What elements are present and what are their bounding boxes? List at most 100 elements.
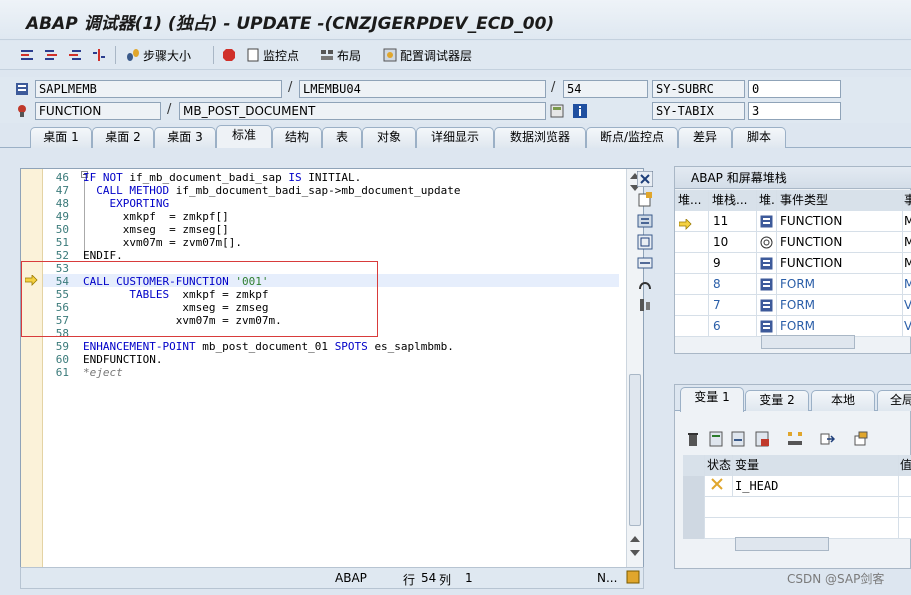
- code-line[interactable]: 59 ENHANCEMENT-POINT mb_post_document_01 …: [21, 340, 619, 353]
- tabix-value-field[interactable]: 3: [748, 102, 841, 120]
- col-header-stack-type[interactable]: 堆.: [757, 190, 777, 211]
- load-icon[interactable]: [731, 431, 747, 447]
- close-icon[interactable]: [636, 170, 655, 188]
- line-number: 49: [55, 210, 69, 223]
- variable-name-cell[interactable]: [733, 497, 899, 518]
- tab-detail-display[interactable]: 详细显示: [416, 127, 494, 148]
- layout-button[interactable]: 布局: [320, 46, 361, 64]
- variable-value-cell[interactable]: [899, 476, 911, 497]
- col-header-stack-level[interactable]: 堆栈...: [709, 190, 757, 211]
- code-token: .: [155, 353, 163, 366]
- scroll-thumb[interactable]: [629, 374, 641, 526]
- tab-breakpoints[interactable]: 断点/监控点: [586, 127, 678, 148]
- event-cell: M: [903, 274, 911, 295]
- tabix-name-field[interactable]: SY-TABIX: [652, 102, 745, 120]
- tab-variables-1[interactable]: 变量 1: [680, 387, 744, 412]
- resize-icon[interactable]: [637, 255, 655, 272]
- tab-standard[interactable]: 标准: [216, 125, 272, 149]
- row-selector[interactable]: [683, 476, 705, 497]
- code-line[interactable]: 60 ENDFUNCTION.: [21, 353, 619, 366]
- table-row[interactable]: 8 FORMM: [675, 274, 911, 295]
- col-header-variable[interactable]: 变量: [733, 455, 899, 476]
- tab-variables-2[interactable]: 变量 2: [745, 390, 809, 411]
- code-line[interactable]: 48 EXPORTING: [21, 197, 619, 210]
- tool-icon[interactable]: [637, 276, 655, 293]
- separator-slash: /: [551, 80, 556, 95]
- return-button[interactable]: [68, 46, 85, 64]
- table-row-empty[interactable]: [683, 518, 911, 539]
- code-text: ENDFUNCTION.: [83, 353, 162, 366]
- col-header-event-type[interactable]: 事件类型: [777, 190, 903, 211]
- watchpoint-button[interactable]: 监控点: [246, 46, 299, 64]
- code-line[interactable]: 46 IF NOT if_mb_document_badi_sap IS INIT…: [21, 171, 619, 184]
- variable-name-cell[interactable]: [733, 518, 899, 539]
- tab-desktop-3[interactable]: 桌面 3: [154, 127, 216, 148]
- title-bar: ABAP 调试器(1) (独占) - UPDATE -(CNZJGERPDEV_…: [0, 0, 911, 40]
- code-line[interactable]: 47 CALL METHOD if_mb_document_badi_sap->…: [21, 184, 619, 197]
- code-line[interactable]: 61 *eject: [21, 366, 619, 379]
- source-code-editor[interactable]: 46 IF NOT if_mb_document_badi_sap IS INIT…: [20, 168, 644, 568]
- info-icon[interactable]: [573, 104, 587, 121]
- table-row[interactable]: 6 FORMV: [675, 316, 911, 337]
- new-session-icon[interactable]: [637, 192, 655, 209]
- save-icon[interactable]: [755, 431, 771, 447]
- tab-desktop-1[interactable]: 桌面 1: [30, 127, 92, 148]
- line-field[interactable]: 54: [563, 80, 648, 98]
- stack-h-scrollbar[interactable]: [761, 335, 855, 349]
- info-panel: SAPLMEMB / LMEMBU04 / 54 SY-SUBRC 0 FUNC…: [0, 77, 911, 123]
- code-line[interactable]: 51 xvm07m = zvm07m[].: [21, 236, 619, 249]
- insert-icon[interactable]: [709, 431, 725, 447]
- table-row-empty[interactable]: [683, 497, 911, 518]
- single-step-button[interactable]: [20, 46, 37, 64]
- tab-global[interactable]: 全局: [877, 390, 911, 411]
- table-row[interactable]: 9 FUNCTIONM: [675, 253, 911, 274]
- variables-h-scrollbar[interactable]: [735, 537, 829, 551]
- row-selector[interactable]: [683, 518, 705, 539]
- subrc-value-field[interactable]: 0: [748, 80, 841, 98]
- table-row[interactable]: 10 FUNCTIONM: [675, 232, 911, 253]
- swap-icon[interactable]: [637, 213, 655, 230]
- tab-structure[interactable]: 结构: [272, 127, 322, 148]
- variables-panel: 变量 1 变量 2 本地 全局 状态 变量 值 I_HEAD: [674, 384, 911, 569]
- subrc-name-field[interactable]: SY-SUBRC: [652, 80, 745, 98]
- scroll-down-arrow[interactable]: [630, 550, 640, 556]
- settings-icon[interactable]: [637, 297, 655, 314]
- transfer-icon[interactable]: [819, 431, 836, 447]
- tab-table[interactable]: 表: [322, 127, 362, 148]
- table-row[interactable]: 7 FORMV: [675, 295, 911, 316]
- hierarchy-icon[interactable]: [787, 431, 803, 447]
- tab-local[interactable]: 本地: [811, 390, 875, 411]
- calculator-icon[interactable]: [550, 104, 564, 121]
- maximize-icon[interactable]: [637, 234, 655, 251]
- col-header-stack[interactable]: 堆...: [675, 190, 709, 211]
- stop-button[interactable]: [222, 46, 239, 64]
- step-size-button[interactable]: 步骤大小: [126, 46, 191, 64]
- current-marker-cell: [675, 274, 709, 295]
- code-line[interactable]: 50 xmseg = zmseg[]: [21, 223, 619, 236]
- tab-data-explorer[interactable]: 数据浏览器: [494, 127, 586, 148]
- table-row[interactable]: I_HEAD: [683, 476, 911, 497]
- row-selector[interactable]: [683, 497, 705, 518]
- table-row[interactable]: 11 FUNCTIONM: [675, 211, 911, 232]
- code-line[interactable]: 49 xmkpf = zmkpf[]: [21, 210, 619, 223]
- delete-icon[interactable]: [685, 431, 701, 447]
- execute-button[interactable]: [44, 46, 61, 64]
- event-name-field[interactable]: MB_POST_DOCUMENT: [179, 102, 546, 120]
- configure-layer-button[interactable]: 配置调试器层: [383, 46, 472, 64]
- include-field[interactable]: LMEMBU04: [299, 80, 546, 98]
- tab-diff[interactable]: 差异: [678, 127, 732, 148]
- event-type-field[interactable]: FUNCTION: [35, 102, 161, 120]
- status-settings-icon[interactable]: [626, 570, 640, 587]
- col-header-event[interactable]: 事: [903, 190, 911, 211]
- tab-object[interactable]: 对象: [362, 127, 416, 148]
- keyword: IF: [83, 171, 97, 184]
- continue-button[interactable]: [92, 46, 109, 64]
- tab-desktop-2[interactable]: 桌面 2: [92, 127, 154, 148]
- scroll-up-arrow-bottom[interactable]: [630, 536, 640, 542]
- new-window-icon[interactable]: [853, 431, 869, 447]
- tab-script[interactable]: 脚本: [732, 127, 786, 148]
- variable-name-cell[interactable]: I_HEAD: [733, 476, 899, 497]
- col-header-status[interactable]: 状态: [705, 455, 733, 476]
- program-field[interactable]: SAPLMEMB: [35, 80, 282, 98]
- col-header-value[interactable]: 值: [899, 455, 911, 476]
